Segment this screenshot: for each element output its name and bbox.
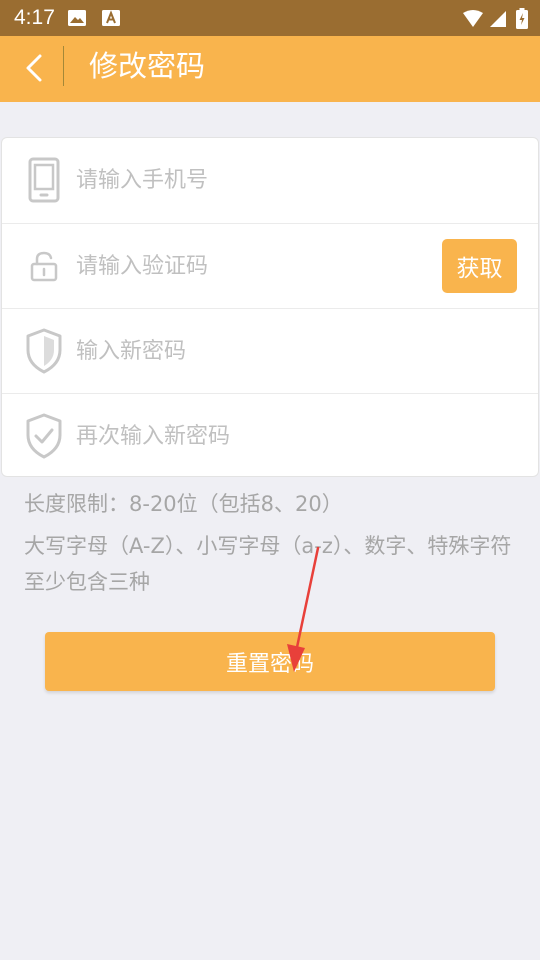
reset-password-form: 获取: [1, 137, 539, 477]
page-title: 修改密码: [89, 49, 206, 83]
new-password-row: [2, 308, 538, 393]
shield-check-icon: [24, 412, 64, 460]
unlock-icon: [24, 242, 64, 290]
password-length-hint: 长度限制：8-20位（包括8、20）: [24, 492, 343, 516]
image-icon: [68, 10, 86, 26]
code-row: 获取: [2, 223, 538, 308]
reset-password-button[interactable]: 重置密码: [45, 632, 495, 691]
battery-icon: [516, 8, 528, 29]
password-complexity-hint: 大写字母（A-Z）、小写字母（a-z）、数字、特殊字符至少包含三种: [24, 534, 512, 594]
confirm-password-input[interactable]: [76, 414, 426, 458]
shield-icon: [24, 327, 64, 375]
font-icon: [102, 10, 120, 26]
phone-row: [2, 138, 538, 223]
header-divider: [63, 46, 64, 86]
confirm-password-row: [2, 393, 538, 478]
wifi-icon: [463, 10, 483, 27]
get-code-button[interactable]: 获取: [442, 239, 517, 293]
status-bar: 4:17: [0, 0, 540, 36]
phone-icon: [24, 156, 64, 204]
annotation-arrow-icon: [287, 546, 320, 672]
status-time: 4:17: [14, 6, 55, 29]
new-password-input[interactable]: [76, 329, 426, 373]
signal-icon: [490, 11, 506, 27]
chevron-left-icon: [26, 54, 42, 82]
verification-code-input[interactable]: [76, 244, 426, 288]
app-header: 修改密码: [0, 36, 540, 102]
back-button[interactable]: [14, 48, 54, 88]
phone-input[interactable]: [76, 158, 426, 202]
